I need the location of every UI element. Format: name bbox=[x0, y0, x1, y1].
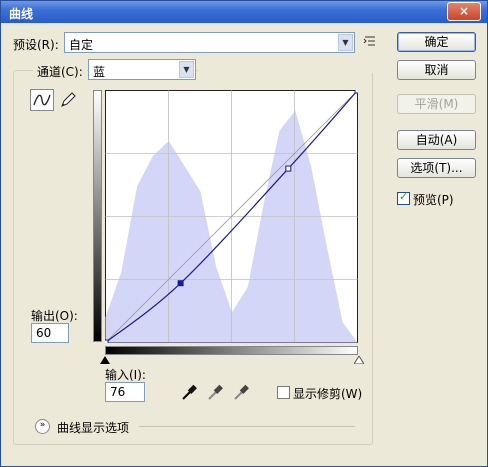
output-field[interactable]: 60 bbox=[31, 323, 69, 343]
curve-display-separator bbox=[139, 426, 355, 427]
options-button[interactable]: 选项(T)... bbox=[397, 158, 476, 178]
smooth-button[interactable]: 平滑(M) bbox=[397, 94, 476, 114]
curve-display-options-label: 曲线显示选项 bbox=[57, 421, 130, 435]
show-clipping-label: 显示修剪(W) bbox=[293, 387, 363, 401]
channel-label: 通道(C): bbox=[33, 63, 87, 80]
black-slider-icon[interactable] bbox=[100, 356, 110, 364]
preset-label: 预设(R): bbox=[13, 38, 59, 52]
curve-tool-icon bbox=[33, 94, 51, 106]
preset-select[interactable]: 自定 ▼ bbox=[64, 32, 355, 53]
chevron-down-icon: ▼ bbox=[179, 61, 194, 78]
channel-select[interactable]: 蓝 ▼ bbox=[88, 59, 196, 80]
group-title-gap bbox=[198, 69, 373, 73]
input-field[interactable]: 76 bbox=[105, 382, 145, 402]
channel-value: 蓝 bbox=[93, 65, 106, 79]
black-point-eyedropper-icon[interactable] bbox=[181, 383, 197, 401]
cancel-button[interactable]: 取消 bbox=[397, 60, 476, 80]
close-button[interactable]: × bbox=[447, 2, 481, 21]
curves-dialog: 曲线 × 预设(R): 自定 ▼ 确定 取消 平滑(M) 自动(A) 选项(T)… bbox=[0, 0, 488, 467]
input-label: 输入(I): bbox=[105, 368, 146, 382]
ok-button[interactable]: 确定 bbox=[397, 32, 476, 52]
curve-tool-button[interactable] bbox=[30, 89, 54, 111]
chevron-down-icon: ▼ bbox=[338, 34, 353, 51]
pencil-tool-icon[interactable] bbox=[58, 90, 78, 110]
output-gradient-bar bbox=[93, 90, 102, 342]
expand-chevron-icon[interactable]: » bbox=[35, 419, 50, 434]
preset-options-icon[interactable] bbox=[363, 34, 377, 48]
curve-point[interactable] bbox=[354, 90, 358, 94]
selected-curve-point[interactable] bbox=[177, 280, 184, 287]
output-label: 输出(O): bbox=[31, 309, 78, 323]
curve-graph[interactable] bbox=[105, 90, 358, 343]
curve-point[interactable] bbox=[285, 165, 292, 172]
white-slider-icon[interactable] bbox=[354, 356, 364, 364]
curve-point[interactable] bbox=[105, 339, 109, 343]
window-title: 曲线 bbox=[9, 7, 34, 21]
show-clipping-checkbox[interactable] bbox=[277, 386, 290, 399]
auto-button[interactable]: 自动(A) bbox=[397, 130, 476, 150]
preset-value: 自定 bbox=[69, 38, 94, 52]
preview-label: 预览(P) bbox=[413, 193, 454, 207]
preview-checkbox[interactable] bbox=[397, 190, 410, 205]
title-bar: 曲线 × bbox=[1, 1, 487, 23]
white-point-eyedropper-icon[interactable] bbox=[233, 383, 249, 401]
gray-point-eyedropper-icon[interactable] bbox=[207, 383, 223, 401]
input-gradient-bar bbox=[105, 346, 358, 355]
